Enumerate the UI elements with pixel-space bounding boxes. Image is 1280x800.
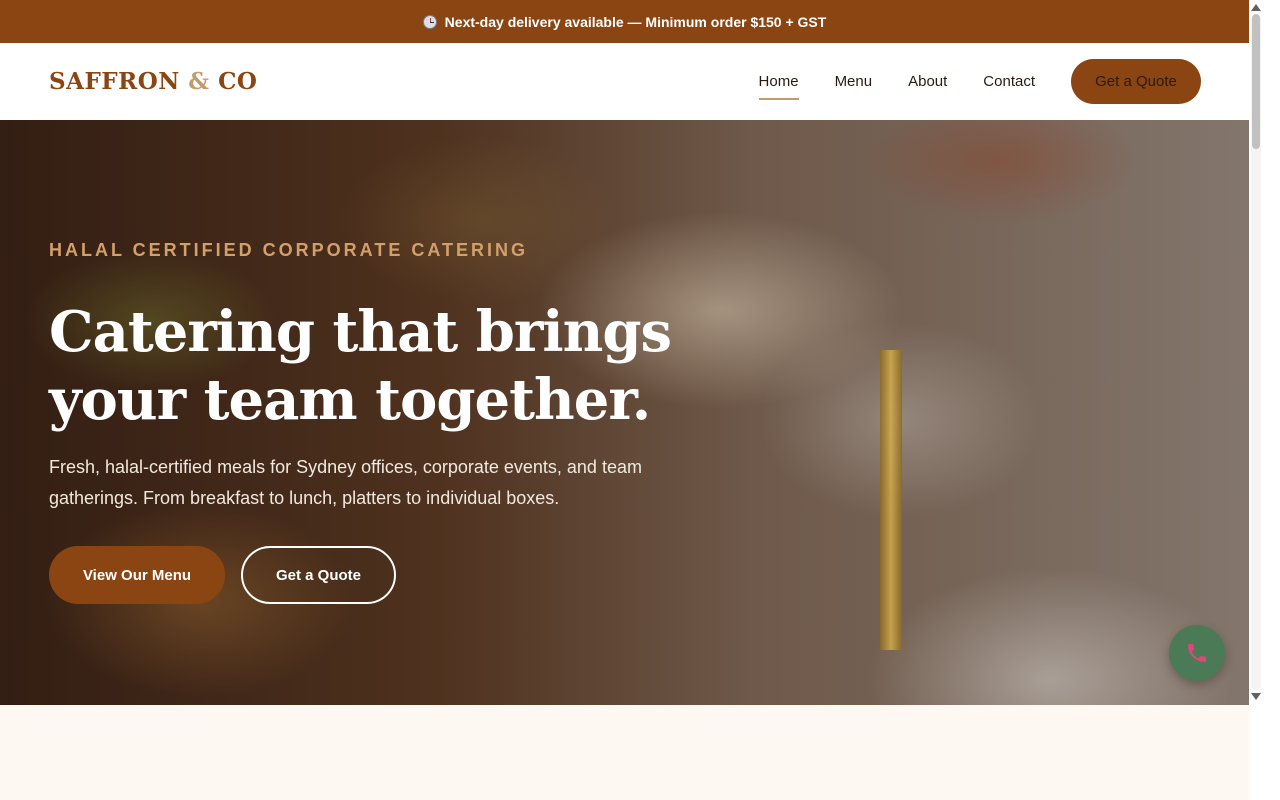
main-nav: Home Menu About Contact Get a Quote bbox=[723, 59, 1201, 104]
logo-ampersand: & bbox=[188, 68, 210, 95]
nav-contact-link[interactable]: Contact bbox=[983, 65, 1035, 98]
nav-home-link[interactable]: Home bbox=[758, 65, 799, 100]
hero-get-quote-button[interactable]: Get a Quote bbox=[241, 546, 396, 604]
hero-buttons: View Our Menu Get a Quote bbox=[49, 546, 396, 604]
phone-icon bbox=[1188, 644, 1206, 662]
hero-background-image bbox=[880, 350, 902, 650]
call-button[interactable] bbox=[1169, 625, 1225, 681]
clock-icon bbox=[422, 14, 437, 29]
site-header: SAFFRON & CO Home Menu About Contact Get… bbox=[0, 43, 1249, 120]
scroll-down-arrow-icon[interactable] bbox=[1251, 693, 1261, 700]
hero-title: Catering that brings your team together. bbox=[49, 299, 672, 433]
logo-text-saffron: SAFFRON bbox=[49, 68, 189, 95]
hero-subtitle: Fresh, halal-certified meals for Sydney … bbox=[49, 457, 642, 508]
logo[interactable]: SAFFRON & CO bbox=[49, 68, 257, 95]
scrollbar[interactable] bbox=[1249, 0, 1280, 800]
hero-section: HALAL CERTIFIED CORPORATE CATERING Cater… bbox=[0, 120, 1249, 705]
logo-text-co: CO bbox=[209, 68, 258, 95]
view-menu-button[interactable]: View Our Menu bbox=[49, 546, 225, 604]
announcement-text: Next-day delivery available — Minimum or… bbox=[444, 13, 827, 30]
header-get-quote-button[interactable]: Get a Quote bbox=[1071, 59, 1201, 104]
scrollbar-thumb[interactable] bbox=[1252, 14, 1260, 149]
next-section bbox=[0, 705, 1249, 800]
nav-menu-link[interactable]: Menu bbox=[835, 65, 873, 98]
scroll-up-arrow-icon[interactable] bbox=[1251, 4, 1261, 11]
hero-eyebrow: HALAL CERTIFIED CORPORATE CATERING bbox=[49, 240, 528, 260]
announcement-bar: Next-day delivery available — Minimum or… bbox=[0, 0, 1249, 43]
nav-about-link[interactable]: About bbox=[908, 65, 947, 98]
